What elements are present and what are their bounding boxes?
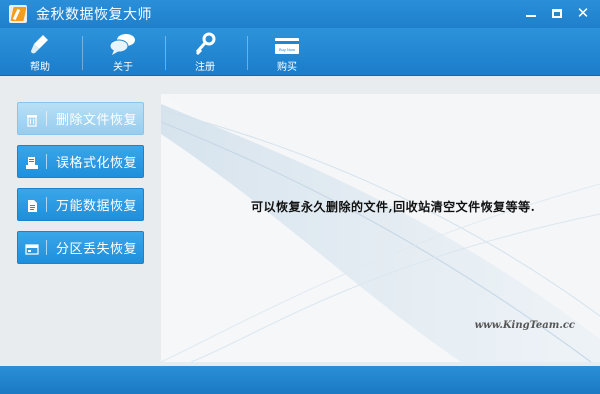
maximize-icon bbox=[552, 8, 562, 18]
sidebar-item-label: 万能数据恢复 bbox=[56, 199, 138, 214]
sidebar-item-partition-recovery[interactable]: 分区丢失恢复 bbox=[17, 231, 144, 264]
register-label: 注册 bbox=[195, 62, 215, 73]
minimize-button[interactable] bbox=[520, 4, 542, 22]
partition-icon bbox=[25, 241, 39, 255]
card-icon: Buy Now bbox=[275, 38, 299, 54]
sidebar-item-label: 误格式化恢复 bbox=[56, 156, 138, 171]
content-panel: 可以恢复永久删除的文件,回收站清空文件恢复等等. www.KingTeam.cc bbox=[161, 94, 600, 362]
buy-button[interactable]: Buy Now 购买 bbox=[257, 28, 317, 76]
minimize-icon bbox=[526, 15, 536, 17]
trash-icon bbox=[25, 112, 39, 127]
help-label: 帮助 bbox=[30, 62, 50, 73]
about-label: 关于 bbox=[113, 62, 133, 73]
sidebar-item-universal-recovery[interactable]: 万能数据恢复 bbox=[17, 188, 144, 221]
format-icon bbox=[25, 155, 39, 169]
app-logo-icon bbox=[9, 5, 27, 23]
sidebar-item-label: 删除文件恢复 bbox=[56, 113, 138, 128]
card-text: Buy Now bbox=[279, 47, 295, 52]
document-icon bbox=[25, 198, 39, 212]
close-button[interactable]: ✕ bbox=[572, 4, 594, 22]
help-button[interactable]: 帮助 bbox=[10, 28, 70, 76]
app-window: 金秋数据恢复大师 ✕ 帮助 关于 注册 Buy Now 购买 删除文件恢复 误格… bbox=[0, 0, 600, 394]
maximize-button[interactable] bbox=[546, 4, 568, 22]
description-text: 可以恢复永久删除的文件,回收站清空文件恢复等等. bbox=[251, 200, 536, 214]
chat-bubbles-icon bbox=[109, 34, 135, 55]
sidebar-item-deleted-file-recovery[interactable]: 删除文件恢复 bbox=[17, 102, 144, 135]
website-text: www.KingTeam.cc bbox=[474, 320, 575, 331]
sidebar-item-label: 分区丢失恢复 bbox=[56, 242, 138, 257]
key-icon bbox=[195, 32, 216, 56]
toolbar: 帮助 关于 注册 Buy Now 购买 bbox=[0, 28, 600, 76]
sidebar-item-format-recovery[interactable]: 误格式化恢复 bbox=[17, 145, 144, 178]
buy-label: 购买 bbox=[277, 62, 297, 73]
register-button[interactable]: 注册 bbox=[175, 28, 235, 76]
status-bar bbox=[0, 366, 600, 394]
window-title: 金秋数据恢复大师 bbox=[36, 7, 152, 23]
title-bar[interactable]: 金秋数据恢复大师 ✕ bbox=[0, 0, 600, 28]
brush-icon bbox=[31, 35, 48, 54]
close-icon: ✕ bbox=[576, 4, 590, 22]
about-button[interactable]: 关于 bbox=[93, 28, 153, 76]
